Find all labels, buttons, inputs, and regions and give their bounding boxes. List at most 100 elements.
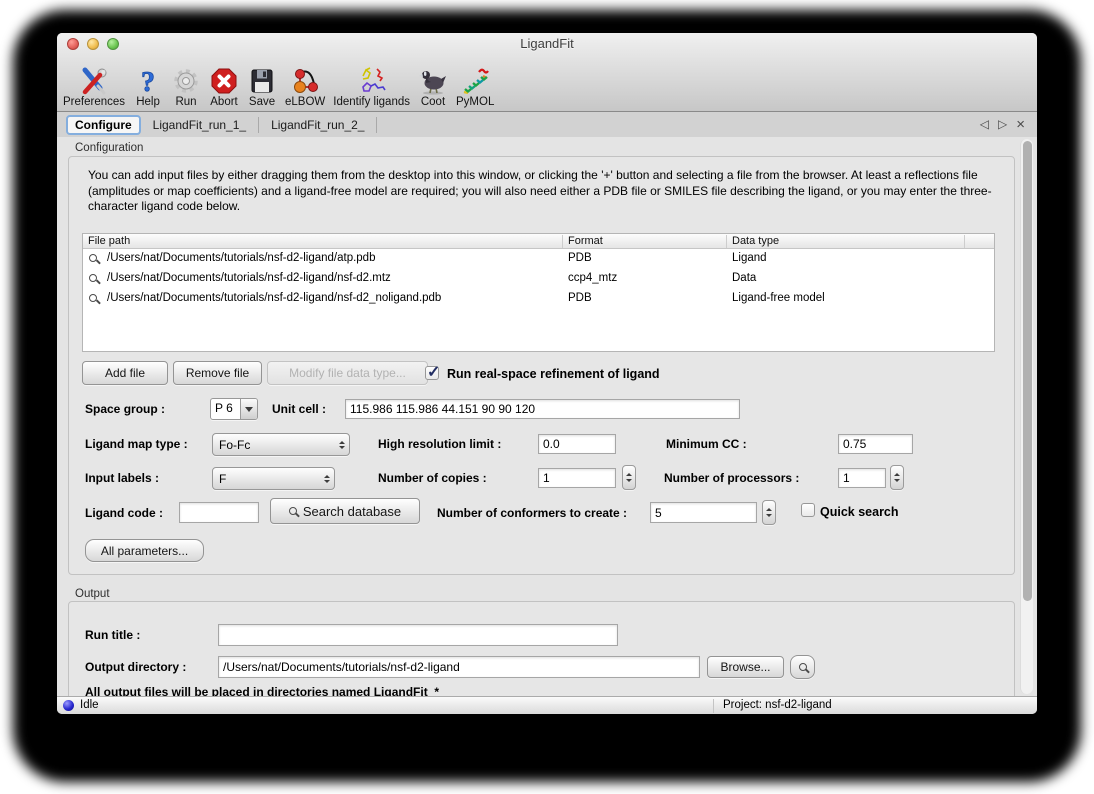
scrollbar-thumb[interactable]: [1023, 141, 1032, 601]
browse-button[interactable]: Browse...: [707, 656, 784, 678]
input-labels-popup[interactable]: F: [212, 467, 335, 490]
coot-button[interactable]: Coot: [418, 66, 448, 108]
pymol-button[interactable]: PyMOL: [456, 66, 494, 108]
vertical-scrollbar[interactable]: [1020, 139, 1033, 694]
save-icon: [247, 66, 277, 96]
window-title: LigandFit: [57, 33, 1037, 55]
table-row[interactable]: /Users/nat/Documents/tutorials/nsf-d2-li…: [83, 289, 994, 309]
column-header-file-path[interactable]: File path: [88, 235, 130, 247]
num-copies-stepper[interactable]: [622, 465, 636, 490]
abort-icon: [209, 66, 239, 96]
minimum-cc-field[interactable]: 0.75: [838, 434, 913, 454]
all-parameters-button[interactable]: All parameters...: [85, 539, 204, 562]
remove-file-button[interactable]: Remove file: [173, 361, 262, 385]
column-header-format[interactable]: Format: [568, 235, 603, 247]
open-directory-button[interactable]: [790, 655, 815, 679]
input-files-table[interactable]: File path Format Data type /Users/nat/Do…: [82, 233, 995, 352]
save-button[interactable]: Save: [247, 66, 277, 108]
titlebar[interactable]: LigandFit: [57, 33, 1037, 55]
ligand-map-type-value: Fo-Fc: [219, 438, 339, 452]
data-type-cell: Ligand-free model: [732, 292, 825, 304]
output-directory-field[interactable]: /Users/nat/Documents/tutorials/nsf-d2-li…: [218, 656, 700, 678]
minimum-cc-label: Minimum CC :: [666, 437, 747, 451]
search-icon: [799, 663, 807, 671]
project-label: Project: nsf-d2-ligand: [723, 697, 832, 714]
realspace-refinement-checkbox[interactable]: ✓: [425, 366, 439, 380]
input-labels-value: F: [219, 472, 324, 486]
file-path-cell: /Users/nat/Documents/tutorials/nsf-d2-li…: [107, 292, 441, 304]
tab-nav-controls: ◁ ▷ ×: [980, 112, 1025, 137]
ligandfit-window: LigandFit Preferences ?: [57, 33, 1037, 714]
run-title-label: Run title :: [85, 628, 140, 642]
elbow-icon: [290, 66, 320, 96]
search-database-label: Search database: [303, 504, 401, 519]
num-processors-field[interactable]: 1: [838, 468, 886, 488]
updown-arrows-icon: [324, 475, 330, 483]
tab-ligandfit-run-1[interactable]: LigandFit_run_1_: [141, 113, 258, 137]
num-conformers-stepper[interactable]: [762, 500, 776, 525]
column-header-data-type[interactable]: Data type: [732, 235, 779, 247]
preferences-button[interactable]: Preferences: [63, 66, 125, 108]
add-file-button[interactable]: Add file: [82, 361, 168, 385]
zoom-window-button[interactable]: [107, 38, 119, 50]
status-divider: [713, 699, 714, 713]
tab-configure[interactable]: Configure: [66, 115, 141, 135]
num-processors-stepper[interactable]: [890, 465, 904, 490]
help-button[interactable]: ? Help: [133, 66, 163, 108]
toolbar-item-label: eLBOW: [285, 96, 325, 108]
toolbar-item-label: Identify ligands: [333, 96, 410, 108]
high-res-limit-field[interactable]: 0.0: [538, 434, 616, 454]
output-groupbox: [68, 601, 1015, 696]
realspace-refinement-label[interactable]: Run real-space refinement of ligand: [447, 367, 660, 381]
tab-scroll-left-icon[interactable]: ◁: [980, 112, 989, 137]
abort-button[interactable]: Abort: [209, 66, 239, 108]
ligand-code-label: Ligand code :: [85, 506, 163, 520]
tab-close-icon[interactable]: ×: [1016, 112, 1025, 137]
ligand-code-field[interactable]: [179, 502, 259, 523]
search-database-button[interactable]: Search database: [270, 498, 420, 524]
run-title-field[interactable]: [218, 624, 618, 646]
chevron-down-icon[interactable]: [240, 399, 257, 419]
svg-text:?: ?: [141, 67, 155, 96]
num-conformers-field[interactable]: 5: [650, 502, 757, 523]
close-window-button[interactable]: [67, 38, 79, 50]
output-directory-label: Output directory :: [85, 660, 186, 674]
data-type-cell: Data: [732, 272, 756, 284]
output-note: All output files will be placed in direc…: [85, 685, 439, 696]
ligand-map-type-label: Ligand map type :: [85, 437, 188, 451]
input-files-table-header: File path Format Data type: [83, 234, 994, 249]
magnifier-icon[interactable]: [89, 254, 97, 262]
run-icon: [171, 66, 201, 96]
ligand-map-type-popup[interactable]: Fo-Fc: [212, 433, 350, 456]
file-path-cell: /Users/nat/Documents/tutorials/nsf-d2-li…: [107, 252, 375, 264]
tab-ligandfit-run-2[interactable]: LigandFit_run_2_: [259, 113, 376, 137]
table-row[interactable]: /Users/nat/Documents/tutorials/nsf-d2-li…: [83, 249, 994, 269]
space-group-label: Space group :: [85, 402, 165, 416]
configure-page: Configuration You can add input files by…: [57, 137, 1037, 696]
num-copies-field[interactable]: 1: [538, 468, 616, 488]
magnifier-icon[interactable]: [89, 274, 97, 282]
unit-cell-field[interactable]: 115.986 115.986 44.151 90 90 120: [345, 399, 740, 419]
tab-scroll-right-icon[interactable]: ▷: [998, 112, 1007, 137]
format-cell: PDB: [568, 252, 592, 264]
output-section-label: Output: [75, 588, 110, 600]
help-icon: ?: [133, 66, 163, 96]
format-cell: ccp4_mtz: [568, 272, 617, 284]
input-labels-label: Input labels :: [85, 471, 159, 485]
identify-ligands-button[interactable]: Identify ligands: [333, 66, 410, 108]
elbow-button[interactable]: eLBOW: [285, 66, 325, 108]
data-type-cell: Ligand: [732, 252, 767, 264]
space-group-combobox[interactable]: P 6: [210, 398, 258, 420]
table-row[interactable]: /Users/nat/Documents/tutorials/nsf-d2-li…: [83, 269, 994, 289]
run-button[interactable]: Run: [171, 66, 201, 108]
search-icon: [289, 507, 297, 515]
statusbar: Idle Project: nsf-d2-ligand: [57, 696, 1037, 714]
identify-ligands-icon: [357, 66, 387, 96]
magnifier-icon[interactable]: [89, 294, 97, 302]
high-res-limit-label: High resolution limit :: [378, 437, 501, 451]
quick-search-checkbox[interactable]: [801, 503, 815, 517]
minimize-window-button[interactable]: [87, 38, 99, 50]
file-path-cell: /Users/nat/Documents/tutorials/nsf-d2-li…: [107, 272, 391, 284]
quick-search-label[interactable]: Quick search: [820, 505, 899, 519]
modify-file-data-type-button[interactable]: Modify file data type...: [267, 361, 428, 385]
